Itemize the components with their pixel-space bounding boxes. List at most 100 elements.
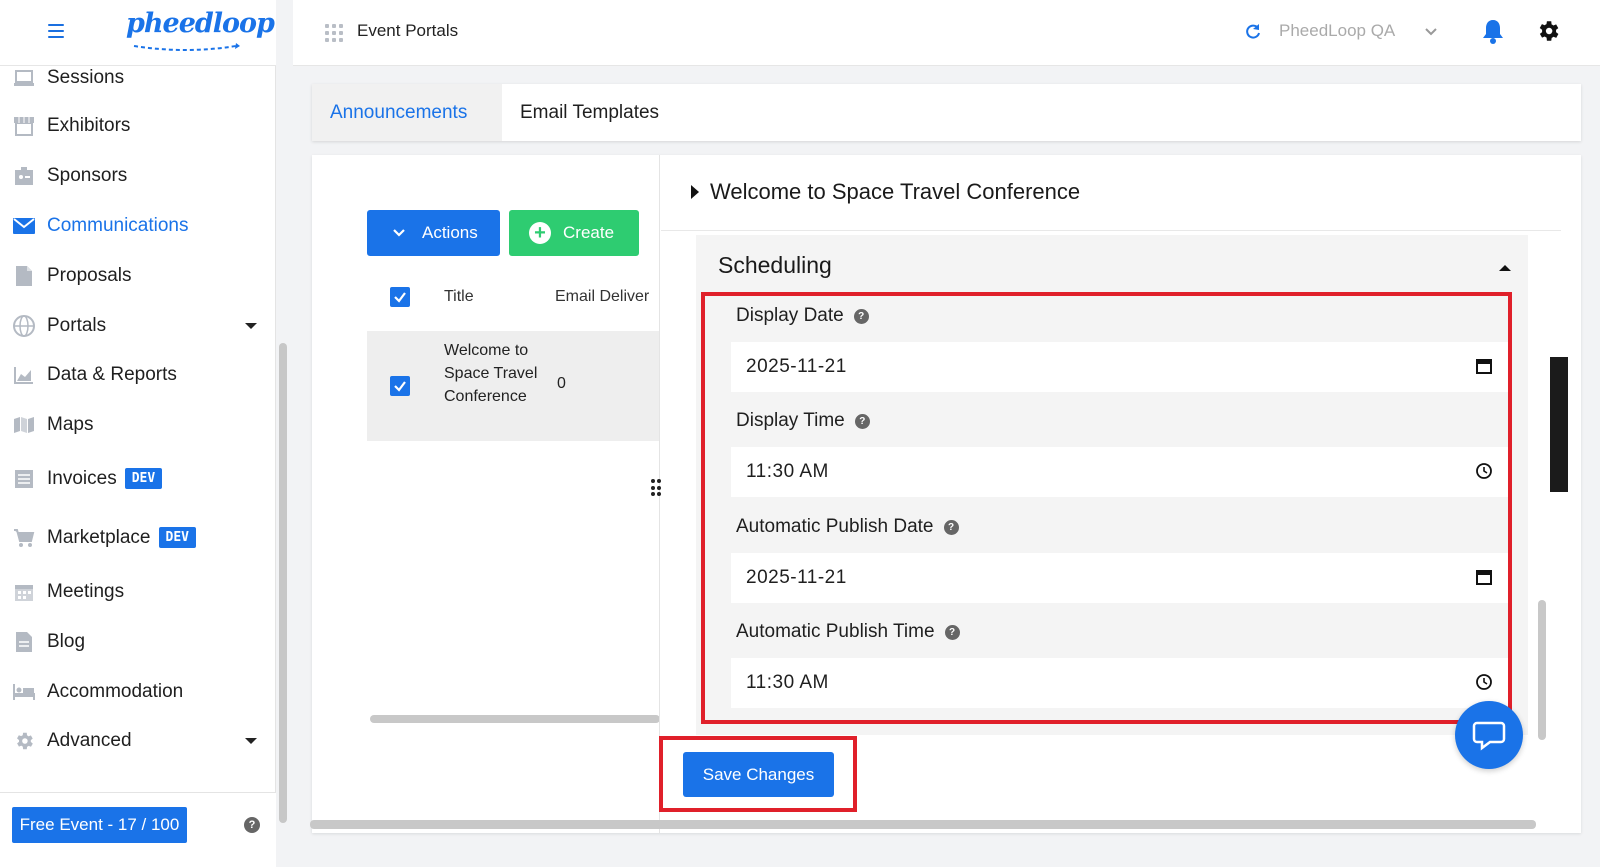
scheduling-section: Scheduling Display Date? 2025-11-21 Disp… [696, 235, 1528, 735]
sidebar-item-marketplace[interactable]: Marketplace DEV [0, 518, 276, 558]
display-time-input[interactable]: 11:30 AM [731, 447, 1509, 497]
sidebar-item-proposals[interactable]: Proposals [0, 256, 276, 296]
chevron-down-icon[interactable] [1423, 24, 1439, 40]
sidebar-item-label: Accommodation [47, 681, 184, 702]
sidebar-item-sponsors[interactable]: Sponsors [0, 156, 276, 196]
scheduling-title: Scheduling [718, 252, 832, 278]
publish-time-label: Automatic Publish Time? [736, 621, 960, 643]
editor-scrollbar[interactable] [1538, 600, 1546, 740]
refresh-icon[interactable] [1243, 22, 1265, 44]
sidebar-item-label: Advanced [47, 730, 132, 751]
chevron-down-icon [393, 229, 405, 237]
horizontal-scrollbar[interactable] [310, 820, 1536, 829]
bell-icon[interactable] [1481, 18, 1507, 46]
help-icon[interactable]: ? [944, 624, 960, 640]
page-title: Event Portals [357, 21, 459, 40]
sidebar-item-advanced[interactable]: Advanced [0, 721, 276, 761]
help-icon[interactable]: ? [244, 817, 260, 833]
row-title: Welcome to Space Travel Conference [444, 342, 538, 405]
document-icon [12, 630, 36, 654]
publish-date-input[interactable]: 2025-11-21 [731, 553, 1509, 603]
logo[interactable]: pheedloop [126, 8, 275, 56]
chevron-down-icon [245, 738, 257, 744]
sidebar-item-data-reports[interactable]: Data & Reports [0, 355, 276, 395]
sidebar-item-blog[interactable]: Blog [0, 622, 276, 662]
sidebar-item-label: Meetings [47, 581, 125, 602]
settings-icon[interactable] [1535, 18, 1563, 46]
menu-icon[interactable] [48, 24, 64, 38]
sidebar-item-label: Data & Reports [47, 364, 177, 385]
chart-icon [12, 363, 36, 387]
globe-icon [12, 314, 36, 338]
envelope-icon [12, 214, 36, 238]
sidebar-item-label: Exhibitors [47, 115, 131, 136]
scheduling-header[interactable]: Scheduling [696, 235, 1528, 297]
top-bar: Event Portals PheedLoop QA [293, 0, 1600, 66]
apps-grid-icon[interactable] [325, 24, 343, 42]
select-all-checkbox[interactable] [390, 287, 410, 307]
sidebar-item-communications[interactable]: Communications [0, 206, 276, 246]
tab-bar: Announcements Email Templates [312, 84, 1581, 141]
announcement-header[interactable]: Welcome to Space Travel Conference [661, 155, 1561, 231]
help-icon[interactable]: ? [943, 519, 959, 535]
sidebar-item-label: Proposals [47, 265, 132, 286]
tab-email-templates[interactable]: Email Templates [502, 84, 677, 141]
chevron-down-icon [245, 323, 257, 329]
sidebar: Sessions Exhibitors Sponsors Communicati… [0, 0, 276, 867]
table-scrollbar[interactable] [370, 715, 659, 723]
logo-bar: pheedloop [0, 0, 276, 66]
feedback-tab[interactable] [1550, 357, 1568, 492]
dev-badge: DEV [124, 468, 163, 490]
plus-icon: + [529, 222, 551, 244]
sidebar-footer: Free Event - 17 / 100 ? [0, 792, 276, 867]
help-icon[interactable]: ? [853, 308, 869, 324]
actions-button[interactable]: Actions [367, 210, 500, 256]
sidebar-item-maps[interactable]: Maps [0, 405, 276, 445]
column-header-email-delivery[interactable]: Email Deliver [555, 288, 649, 306]
cart-icon [12, 526, 36, 550]
badge-icon [12, 164, 36, 188]
save-changes-button[interactable]: Save Changes [683, 752, 834, 797]
caret-right-icon [691, 185, 699, 199]
help-icon[interactable]: ? [854, 413, 870, 429]
chat-bubble-icon [1472, 721, 1506, 751]
create-button[interactable]: + Create [509, 210, 639, 256]
dev-badge: DEV [158, 527, 196, 549]
announcement-title: Welcome to Space Travel Conference [710, 179, 1081, 204]
monitor-icon [12, 66, 36, 90]
announcements-panel: Actions + Create Title Email Deliver Wel… [312, 155, 1581, 833]
display-date-label: Display Date? [736, 305, 869, 327]
map-icon [12, 413, 36, 437]
actions-label: Actions [422, 223, 478, 242]
chat-button[interactable] [1455, 701, 1523, 769]
calendar-icon [1476, 570, 1492, 585]
logo-text: pheedloop [126, 8, 275, 39]
sidebar-item-accommodation[interactable]: Accommodation [0, 672, 276, 712]
tab-announcements[interactable]: Announcements [312, 84, 502, 141]
plan-button[interactable]: Free Event - 17 / 100 [12, 807, 187, 843]
sidebar-item-meetings[interactable]: Meetings [0, 572, 276, 612]
create-label: Create [563, 223, 615, 242]
sidebar-item-label: Communications [47, 215, 189, 236]
column-header-title[interactable]: Title [444, 288, 474, 306]
sidebar-item-label: Invoices DEV [47, 468, 163, 490]
list-icon [12, 467, 36, 491]
sidebar-item-label: Blog [47, 631, 86, 652]
announcement-list-pane: Actions + Create Title Email Deliver Wel… [312, 155, 660, 833]
table-row[interactable]: Welcome to Space Travel Conference 0 [367, 331, 659, 441]
sidebar-item-label: Sponsors [47, 165, 128, 186]
sidebar-item-label: Portals [47, 315, 107, 336]
sidebar-item-exhibitors[interactable]: Exhibitors [0, 106, 276, 146]
sidebar-scrollbar[interactable] [279, 343, 287, 823]
bed-icon [12, 680, 36, 704]
row-checkbox[interactable] [390, 376, 410, 396]
sidebar-item-portals[interactable]: Portals [0, 306, 276, 346]
org-selector[interactable]: PheedLoop QA [1279, 21, 1395, 41]
clock-icon [1476, 674, 1492, 690]
clock-icon [1476, 463, 1492, 479]
sidebar-item-invoices[interactable]: Invoices DEV [0, 459, 276, 499]
publish-time-input[interactable]: 11:30 AM [731, 658, 1509, 708]
sidebar-item-label: Sessions [47, 67, 125, 88]
display-date-input[interactable]: 2025-11-21 [731, 342, 1509, 392]
storefront-icon [12, 114, 36, 138]
